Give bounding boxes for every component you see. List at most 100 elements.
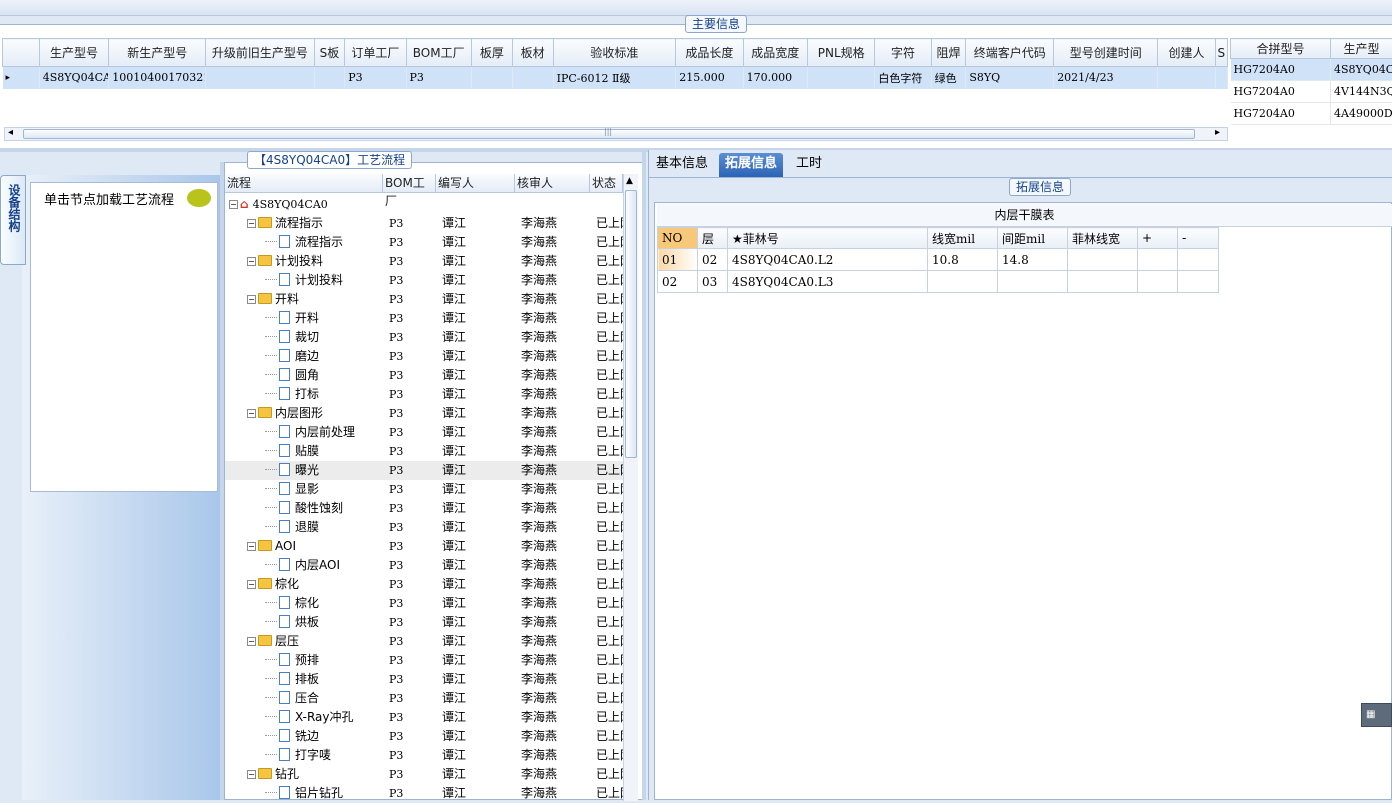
merge-grid-cell[interactable]: 4V144N3QB0: [1331, 81, 1392, 103]
tree-folder-node[interactable]: −开料P3谭江李海燕已上网: [225, 290, 623, 309]
dryfilm-cell[interactable]: 02: [698, 249, 728, 271]
dryfilm-col-header[interactable]: 层: [698, 228, 728, 249]
tab-device-structure[interactable]: 设备结构: [0, 175, 26, 265]
main-grid-cell[interactable]: S8YQ: [966, 67, 1054, 89]
dryfilm-col-header[interactable]: 菲林线宽: [1068, 228, 1138, 249]
dryfilm-cell[interactable]: [1178, 271, 1219, 293]
tree-leaf-node[interactable]: 磨边P3谭江李海燕已上网: [225, 347, 623, 366]
main-grid-cell[interactable]: 215.000: [676, 67, 743, 89]
tree-leaf-node[interactable]: 排板P3谭江李海燕已上网: [225, 670, 623, 689]
main-grid-cell[interactable]: 2021/4/23: [1054, 67, 1158, 89]
tree-folder-node[interactable]: −计划投料P3谭江李海燕已上网: [225, 252, 623, 271]
main-grid-cell[interactable]: 绿色: [931, 67, 966, 89]
merge-grid-cell[interactable]: HG7204A0: [1231, 103, 1331, 125]
tree-folder-node[interactable]: −棕化P3谭江李海燕已上网: [225, 575, 623, 594]
tree-folder-node[interactable]: −层压P3谭江李海燕已上网: [225, 632, 623, 651]
dryfilm-cell[interactable]: 01: [658, 249, 698, 271]
tree-leaf-node[interactable]: 显影P3谭江李海燕已上网: [225, 480, 623, 499]
collapse-icon[interactable]: −: [247, 295, 256, 304]
dryfilm-col-header[interactable]: 间距mil: [998, 228, 1068, 249]
tab-extended-info[interactable]: 拓展信息: [719, 153, 783, 177]
main-col-header[interactable]: PNL规格: [807, 39, 874, 67]
dryfilm-cell[interactable]: 14.8: [998, 249, 1068, 271]
dryfilm-cell[interactable]: [1138, 249, 1178, 271]
main-grid-cell[interactable]: [512, 67, 553, 89]
table-row[interactable]: 02034S8YQ04CA0.L3: [658, 271, 1219, 293]
main-grid-cell[interactable]: P3: [345, 67, 406, 89]
main-col-header[interactable]: 验收标准: [553, 39, 676, 67]
dryfilm-cell[interactable]: 03: [698, 271, 728, 293]
tree-leaf-node[interactable]: 压合P3谭江李海燕已上网: [225, 689, 623, 708]
tree-col-header[interactable]: BOM工厂: [383, 174, 436, 193]
tree-leaf-node[interactable]: 曝光P3谭江李海燕已上网: [225, 461, 623, 480]
tree-leaf-node[interactable]: 铣边P3谭江李海燕已上网: [225, 727, 623, 746]
main-col-header[interactable]: 字符: [875, 39, 931, 67]
side-dock-button[interactable]: ▦ Ch: [1361, 703, 1392, 727]
main-grid-cell[interactable]: [206, 67, 314, 89]
collapse-icon[interactable]: −: [247, 542, 256, 551]
tree-leaf-node[interactable]: 内层AOIP3谭江李海燕已上网: [225, 556, 623, 575]
tree-leaf-node[interactable]: 计划投料P3谭江李海燕已上网: [225, 271, 623, 290]
dryfilm-cell[interactable]: [1178, 249, 1219, 271]
tab-basic-info[interactable]: 基本信息: [650, 153, 714, 177]
tree-folder-node[interactable]: −流程指示P3谭江李海燕已上网: [225, 214, 623, 233]
main-col-header[interactable]: 新生产型号: [109, 39, 206, 67]
dryfilm-col-header[interactable]: -: [1178, 228, 1219, 249]
dryfilm-cell[interactable]: 10.8: [928, 249, 998, 271]
merge-grid-cell[interactable]: 4S8YQ04CA0: [1331, 59, 1392, 81]
merge-model-header[interactable]: 合拼型号: [1231, 39, 1331, 59]
main-grid-cell[interactable]: [1215, 67, 1227, 89]
collapse-icon[interactable]: −: [229, 200, 238, 209]
main-col-header[interactable]: S板: [314, 39, 345, 67]
main-col-header[interactable]: 成品长度: [676, 39, 743, 67]
collapse-icon[interactable]: −: [247, 637, 256, 646]
main-col-header[interactable]: 板厚: [471, 39, 512, 67]
tree-leaf-node[interactable]: 退膜P3谭江李海燕已上网: [225, 518, 623, 537]
main-col-header[interactable]: 创建人: [1158, 39, 1215, 67]
main-grid-cell[interactable]: [314, 67, 345, 89]
tree-col-header[interactable]: 流程: [225, 174, 383, 193]
main-grid-cell[interactable]: [471, 67, 512, 89]
main-grid-cell[interactable]: 10010400170321: [109, 67, 206, 89]
scroll-up-icon[interactable]: ▲: [626, 176, 633, 186]
main-col-header[interactable]: 板材: [512, 39, 553, 67]
main-grid-cell[interactable]: IPC-6012 Ⅱ级: [553, 67, 676, 89]
dryfilm-cell[interactable]: [1068, 271, 1138, 293]
main-grid-cell[interactable]: 白色字符: [875, 67, 931, 89]
tree-leaf-node[interactable]: 贴膜P3谭江李海燕已上网: [225, 442, 623, 461]
dryfilm-cell[interactable]: 4S8YQ04CA0.L2: [728, 249, 928, 271]
main-grid-cell[interactable]: 4S8YQ04CA0: [39, 67, 108, 89]
main-grid-row[interactable]: ▸ 4S8YQ04CA010010400170321P3P3IPC-6012 Ⅱ…: [3, 67, 1228, 89]
tree-leaf-node[interactable]: 预排P3谭江李海燕已上网: [225, 651, 623, 670]
table-row[interactable]: HG7204A04S8YQ04CA0: [1231, 59, 1392, 81]
tree-col-header[interactable]: 状态: [590, 174, 623, 193]
dryfilm-cell[interactable]: [998, 271, 1068, 293]
dryfilm-cell[interactable]: [1068, 249, 1138, 271]
dryfilm-col-header[interactable]: ★菲林号: [728, 228, 928, 249]
tree-col-header[interactable]: 编写人: [436, 174, 515, 193]
tree-leaf-node[interactable]: 棕化P3谭江李海燕已上网: [225, 594, 623, 613]
tree-vscroll-thumb[interactable]: [625, 190, 637, 458]
main-col-header[interactable]: BOM工厂: [406, 39, 471, 67]
main-grid-cell[interactable]: P3: [406, 67, 471, 89]
collapse-icon[interactable]: −: [247, 770, 256, 779]
tree-leaf-node[interactable]: 圆角P3谭江李海燕已上网: [225, 366, 623, 385]
production-model-header[interactable]: 生产型: [1331, 39, 1392, 59]
table-row[interactable]: 01024S8YQ04CA0.L210.814.8: [658, 249, 1219, 271]
main-grid-cell[interactable]: 170.000: [743, 67, 807, 89]
collapse-icon[interactable]: −: [247, 257, 256, 266]
dryfilm-col-header[interactable]: +: [1138, 228, 1178, 249]
main-col-header[interactable]: 成品宽度: [743, 39, 807, 67]
tree-leaf-node[interactable]: X-Ray冲孔P3谭江李海燕已上网: [225, 708, 623, 727]
tree-col-header[interactable]: 核审人: [515, 174, 590, 193]
main-grid-hscroll-thumb[interactable]: |||: [23, 129, 1195, 139]
main-grid-cell[interactable]: [1158, 67, 1215, 89]
collapse-icon[interactable]: −: [247, 409, 256, 418]
center-splitter[interactable]: [642, 150, 646, 800]
collapse-icon[interactable]: −: [247, 219, 256, 228]
tree-leaf-node[interactable]: 内层前处理P3谭江李海燕已上网: [225, 423, 623, 442]
main-col-header[interactable]: 升级前旧生产型号: [206, 39, 314, 67]
tree-folder-node[interactable]: −内层图形P3谭江李海燕已上网: [225, 404, 623, 423]
merge-grid-cell[interactable]: HG7204A0: [1231, 81, 1331, 103]
main-grid-hscrollbar[interactable]: ◂ ||| ▸: [4, 127, 1228, 141]
